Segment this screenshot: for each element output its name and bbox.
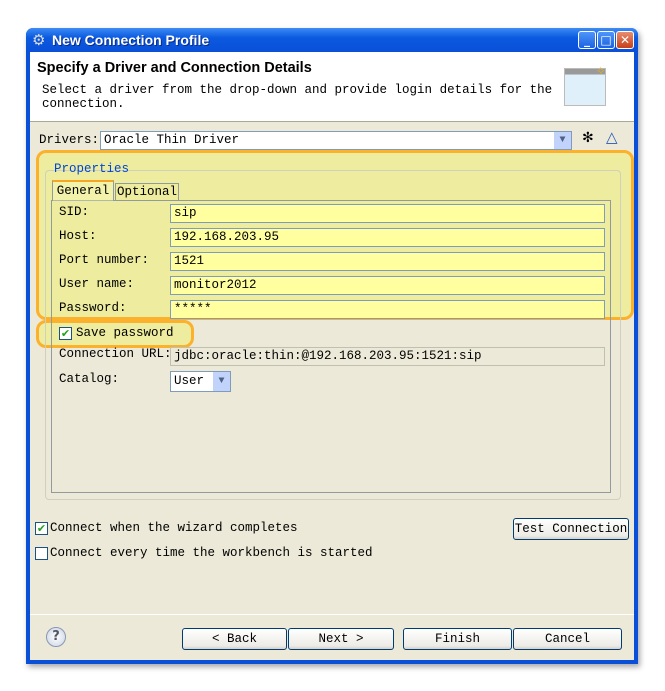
- field-input[interactable]: monitor2012: [170, 276, 605, 295]
- chevron-down-icon: ▼: [213, 372, 230, 391]
- drivers-dropdown[interactable]: Oracle Thin Driver ▼: [100, 131, 572, 150]
- eclipse-gear-icon: ⚙: [32, 31, 46, 49]
- help-icon[interactable]: ?: [46, 627, 66, 647]
- drivers-label: Drivers:: [39, 133, 100, 147]
- maximize-button[interactable]: □: [597, 31, 615, 49]
- connection-url-label: Connection URL:: [59, 347, 172, 361]
- field-label: User name:: [59, 277, 135, 291]
- back-button[interactable]: < Back: [182, 628, 287, 650]
- chevron-down-icon: ▼: [554, 132, 571, 149]
- dialog-window: ⚙ New Connection Profile _ □ ✕ Specify a…: [26, 28, 638, 664]
- field-input[interactable]: 192.168.203.95: [170, 228, 605, 247]
- minimize-button[interactable]: _: [578, 31, 596, 49]
- drivers-value: Oracle Thin Driver: [104, 133, 240, 147]
- new-driver-icon[interactable]: ✻: [582, 130, 594, 146]
- field-label: SID:: [59, 205, 90, 219]
- save-password-label: Save password: [76, 326, 174, 340]
- field-label: Host:: [59, 229, 97, 243]
- dialog-client: Specify a Driver and Connection Details …: [30, 52, 634, 660]
- field-input[interactable]: sip: [170, 204, 605, 223]
- connect-on-startup-label: Connect every time the workbench is star…: [50, 546, 373, 560]
- checkbox-box: [35, 547, 48, 560]
- tab-general[interactable]: General: [52, 180, 114, 201]
- catalog-dropdown[interactable]: User ▼: [170, 371, 231, 392]
- edit-driver-icon[interactable]: △: [606, 128, 618, 146]
- field-input[interactable]: 1521: [170, 252, 605, 271]
- close-button[interactable]: ✕: [616, 31, 634, 49]
- checkmark-icon: ✔: [59, 327, 72, 340]
- wizard-header: Specify a Driver and Connection Details …: [30, 52, 634, 122]
- catalog-value: User: [174, 374, 205, 388]
- catalog-label: Catalog:: [59, 372, 120, 386]
- test-connection-button[interactable]: Test Connection: [513, 518, 629, 540]
- window-title: New Connection Profile: [52, 32, 210, 48]
- page-description: Select a driver from the drop-down and p…: [42, 83, 553, 111]
- finish-button[interactable]: Finish: [403, 628, 512, 650]
- connection-url-field[interactable]: jdbc:oracle:thin:@192.168.203.95:1521:si…: [170, 347, 605, 366]
- next-button[interactable]: Next >: [288, 628, 394, 650]
- checkmark-icon: ✔: [35, 522, 48, 535]
- footer-divider: [30, 614, 634, 615]
- page-title: Specify a Driver and Connection Details: [37, 60, 312, 76]
- field-label: Password:: [59, 301, 127, 315]
- tab-optional[interactable]: Optional: [115, 183, 179, 201]
- cancel-button[interactable]: Cancel: [513, 628, 622, 650]
- connect-on-finish-label: Connect when the wizard completes: [50, 521, 298, 535]
- sparkle-icon: ✧: [596, 62, 606, 80]
- field-input[interactable]: *****: [170, 300, 605, 319]
- field-label: Port number:: [59, 253, 150, 267]
- title-bar[interactable]: ⚙ New Connection Profile _ □ ✕: [26, 28, 638, 52]
- properties-group-label: Properties: [54, 162, 130, 176]
